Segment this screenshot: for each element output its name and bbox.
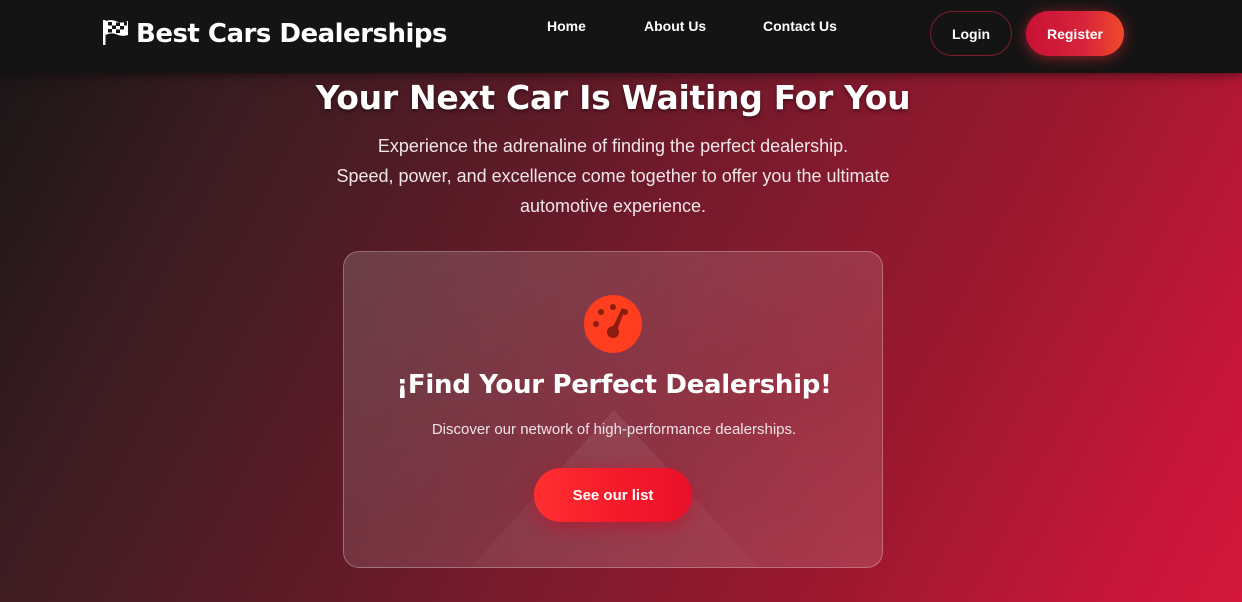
speedometer-icon bbox=[584, 295, 642, 353]
hero-subtitle-line-3: automotive experience. bbox=[519, 196, 707, 216]
brand-title: Best Cars Dealerships bbox=[136, 19, 448, 49]
see-our-list-button[interactable]: See our list bbox=[534, 468, 692, 522]
hero-title: Your Next Car Is Waiting For You bbox=[315, 78, 911, 117]
navbar: Best Cars Dealerships Home About Us Cont… bbox=[0, 0, 1242, 73]
card-description: Discover our network of high-performance… bbox=[431, 421, 797, 438]
find-dealership-card: ¡Find Your Perfect Dealership! Discover … bbox=[343, 251, 883, 568]
hero-subtitle-line-2: Speed, power, and excellence come togeth… bbox=[336, 166, 890, 186]
nav-link-about-us[interactable]: About Us bbox=[644, 18, 706, 34]
nav-link-contact-us[interactable]: Contact Us bbox=[763, 18, 837, 34]
hero-subtitle-line-1: Experience the adrenaline of finding the… bbox=[377, 136, 849, 156]
nav-link-home[interactable]: Home bbox=[547, 18, 586, 34]
brand[interactable]: Best Cars Dealerships bbox=[100, 16, 448, 52]
checkered-flag-icon bbox=[100, 17, 130, 52]
register-button[interactable]: Register bbox=[1026, 11, 1124, 56]
login-button[interactable]: Login bbox=[930, 11, 1012, 56]
card-title: ¡Find Your Perfect Dealership! bbox=[396, 370, 832, 400]
